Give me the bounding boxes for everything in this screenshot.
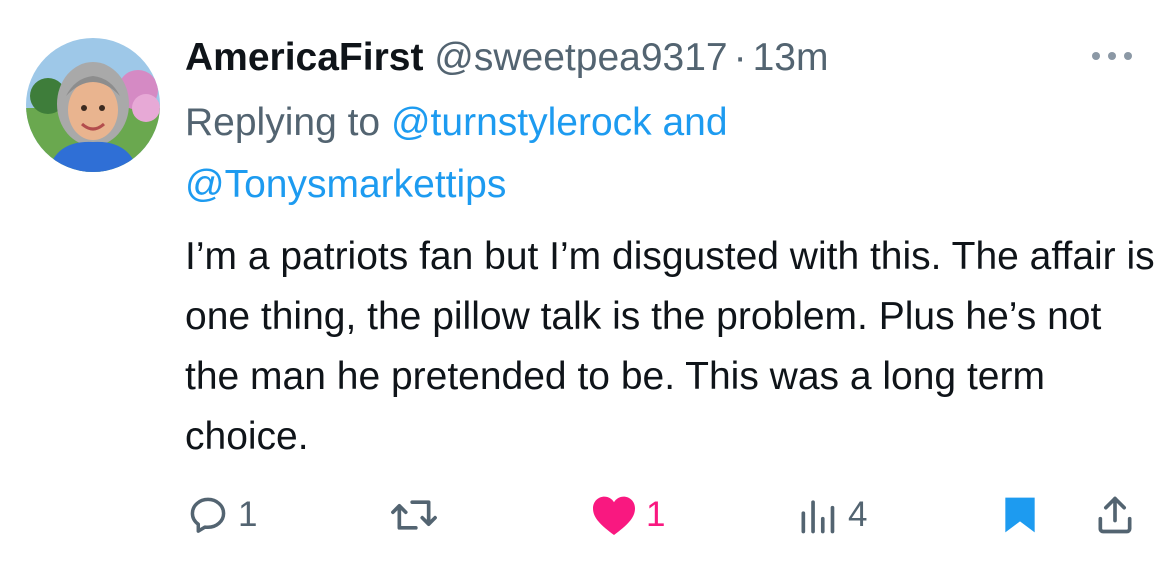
- avatar-image: [26, 38, 160, 172]
- views-count: 4: [848, 495, 868, 534]
- retweet-button[interactable]: [388, 485, 448, 545]
- more-options-button[interactable]: [1092, 44, 1142, 68]
- replying-to-label: Replying to: [185, 101, 381, 144]
- views-button[interactable]: 4: [796, 485, 867, 545]
- share-icon: [1098, 496, 1132, 534]
- mention-joiner: and: [662, 101, 728, 144]
- separator-dot: ·: [733, 36, 747, 79]
- avatar[interactable]: [26, 38, 160, 172]
- share-button[interactable]: [1093, 485, 1137, 545]
- more-dot-icon: [1124, 52, 1132, 60]
- more-dot-icon: [1092, 52, 1100, 60]
- tweet-header: AmericaFirst @sweetpea9317 · 13m: [185, 32, 828, 84]
- retweet-icon: [391, 500, 437, 530]
- bookmark-filled-icon: [1005, 497, 1035, 533]
- display-name[interactable]: AmericaFirst: [185, 36, 423, 79]
- bookmark-button[interactable]: [998, 485, 1042, 545]
- heart-filled-icon: [593, 496, 635, 535]
- more-dot-icon: [1108, 52, 1116, 60]
- like-button[interactable]: 1: [590, 485, 665, 545]
- reply-button[interactable]: 1: [186, 485, 257, 545]
- reply-count: 1: [238, 495, 258, 534]
- replying-to: Replying to @turnstylerock and @Tonysmar…: [185, 92, 1085, 216]
- mention-tonysmarkettips[interactable]: @Tonysmarkettips: [185, 163, 506, 206]
- reply-icon: [190, 497, 226, 533]
- bar-chart-icon: [801, 500, 835, 534]
- action-bar: 1 1 4: [0, 485, 1170, 545]
- like-count: 1: [646, 495, 666, 534]
- tweet-text: I’m a patriots fan but I’m disgusted wit…: [185, 235, 1155, 458]
- timestamp[interactable]: 13m: [753, 36, 829, 79]
- user-handle[interactable]: @sweetpea9317: [434, 36, 727, 79]
- mention-turnstylerock[interactable]: @turnstylerock: [391, 101, 652, 144]
